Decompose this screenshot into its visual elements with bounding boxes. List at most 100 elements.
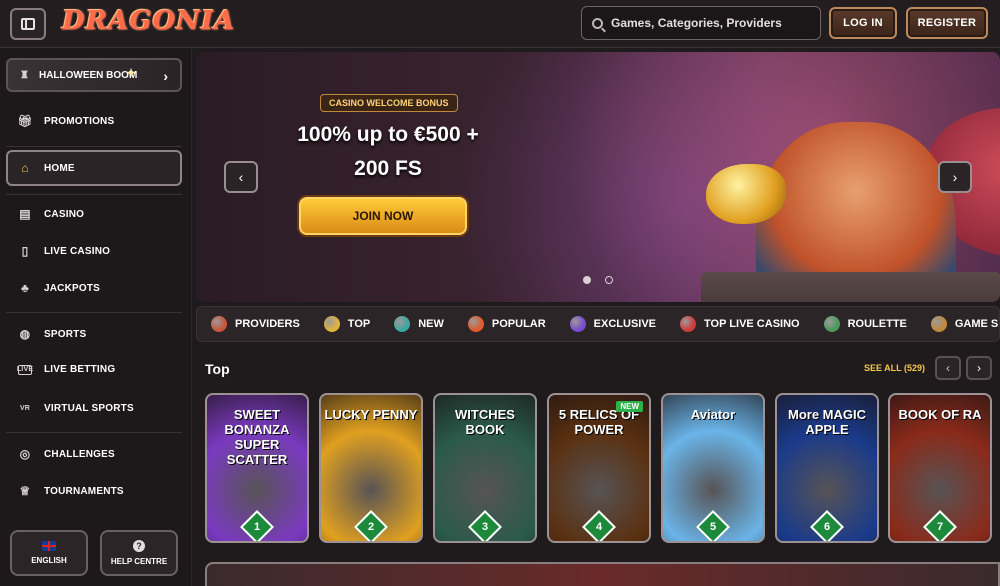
category-tab[interactable]: PROVIDERS [211, 316, 300, 332]
game-card[interactable]: 5 RELICS OF POWER NEW 4 [547, 393, 651, 543]
live-icon: LIVE [16, 364, 34, 375]
sidebar-item-promotions[interactable]: 🎁︎ PROMOTIONS [17, 114, 114, 128]
search-input[interactable]: Games, Categories, Providers [581, 6, 821, 40]
rank-badge: 5 [696, 510, 730, 541]
see-all-link[interactable]: SEE ALL (529) [864, 363, 925, 373]
category-label: POPULAR [491, 318, 546, 330]
register-button[interactable]: REGISTER [906, 7, 988, 39]
games-prev-button[interactable]: ‹ [935, 356, 961, 380]
sidebar-item-label: LIVE BETTING [44, 364, 116, 375]
logo[interactable]: DRAGONIA [62, 6, 235, 36]
category-bar: PROVIDERS TOP NEW POPULAR EXCLUSIVE TOP LIVE … [196, 306, 1000, 342]
sidebar-item-jackpots[interactable]: ♣ JACKPOTS [18, 281, 100, 295]
category-label: ROULETTE [847, 318, 907, 330]
sidebar-item-label: CHALLENGES [44, 448, 115, 460]
sidebar-item-tournaments[interactable]: ♕ TOURNAMENTS [18, 484, 124, 498]
bonus-tag: CASINO WELCOME BONUS [320, 94, 458, 112]
game-card[interactable]: WITCHES BOOK 3 [433, 393, 537, 543]
sidebar-toggle-icon [21, 18, 35, 30]
category-tab[interactable]: POPULAR [467, 316, 546, 332]
divider [6, 432, 182, 433]
category-tab[interactable]: TOP LIVE CASINO [680, 316, 800, 332]
uk-flag-icon [42, 541, 56, 551]
bonus-line-2: 200 FS [354, 157, 422, 180]
category-icon [394, 316, 411, 332]
sidebar-item-label: CASINO [44, 208, 85, 220]
category-label: EXCLUSIVE [593, 318, 657, 330]
gift-icon: 🎁︎ [17, 114, 33, 128]
login-button[interactable]: LOG IN [829, 7, 897, 39]
sidebar-item-casino[interactable]: ▤ CASINO [18, 207, 84, 221]
game-card[interactable]: More MAGIC APPLE 6 [775, 393, 879, 543]
sidebar-toggle-button[interactable] [10, 8, 46, 40]
game-card[interactable]: BOOK OF RA 7 [888, 393, 992, 543]
banner-next-button[interactable]: › [938, 161, 972, 193]
sidebar-item-live-casino[interactable]: ▯ LIVE CASINO [18, 244, 110, 258]
section-title: Top [205, 361, 230, 377]
game-card[interactable]: SWEET BONANZA SUPER SCATTER 1 [205, 393, 309, 543]
game-card[interactable]: LUCKY PENNY 2 [319, 393, 423, 543]
games-next-button[interactable]: › [966, 356, 992, 380]
slot-icon: ▤ [19, 207, 31, 221]
home-icon: ⌂ [21, 161, 29, 175]
category-tab[interactable]: EXCLUSIVE [569, 316, 657, 332]
halloween-label: HALLOWEEN BOOM [38, 69, 138, 81]
trophy-icon: ♕ [19, 484, 31, 498]
category-icon [569, 316, 586, 332]
divider [6, 194, 182, 195]
question-icon: ? [133, 540, 145, 552]
search-icon [592, 17, 603, 29]
help-centre-button[interactable]: ? HELP CENTRE [100, 530, 178, 576]
banner-prev-button[interactable]: ‹ [224, 161, 258, 193]
sidebar-item-home[interactable]: ⌂ HOME [18, 161, 75, 175]
mine-cart-illustration [701, 272, 1000, 302]
sidebar: ♜ HALLOWEEN BOOM ✦ › 🎁︎ PROMOTIONS ⌂ HOM… [0, 48, 192, 586]
rank-number: 2 [367, 521, 375, 533]
next-row-card-partial[interactable] [205, 562, 1000, 586]
rank-badge: 4 [582, 510, 616, 541]
sidebar-item-label: VIRTUAL SPORTS [44, 402, 134, 414]
bonus-headline: 100% up to €500 + 200 FS [282, 118, 494, 186]
carousel-dot-active[interactable] [583, 276, 591, 284]
sidebar-item-label: TOURNAMENTS [44, 485, 124, 497]
category-tab[interactable]: ROULETTE [823, 316, 907, 332]
rank-number: 1 [253, 521, 261, 533]
language-button[interactable]: ENGLISH [10, 530, 88, 576]
category-label: NEW [418, 318, 444, 330]
sidebar-item-label: JACKPOTS [44, 282, 101, 294]
chevron-right-icon: › [163, 68, 168, 84]
category-tab[interactable]: TOP [323, 316, 370, 332]
rank-number: 7 [936, 521, 944, 533]
halloween-promo-button[interactable]: ♜ HALLOWEEN BOOM ✦ › [6, 58, 182, 92]
gold-nugget-illustration [706, 164, 786, 224]
chevron-left-icon: ‹ [238, 169, 244, 185]
rank-badge: 7 [923, 510, 957, 541]
castle-icon: ♜ [20, 69, 29, 81]
category-icon [680, 316, 697, 332]
category-tab[interactable]: NEW [394, 316, 444, 332]
category-icon [211, 316, 227, 332]
vr-icon: VR [19, 404, 31, 412]
category-tab[interactable]: GAME SHOWS [930, 316, 999, 332]
category-icon [930, 316, 947, 332]
divider [6, 312, 182, 313]
top-bar: DRAGONIA Games, Categories, Providers LO… [0, 0, 1000, 48]
basketball-icon: ◍ [19, 327, 31, 341]
game-title: More MAGIC APPLE [788, 407, 866, 437]
carousel-dot[interactable] [605, 276, 613, 284]
category-label: PROVIDERS [235, 318, 300, 330]
sidebar-item-live-betting[interactable]: LIVE LIVE BETTING [16, 364, 116, 375]
rank-badge: 3 [468, 510, 502, 541]
sidebar-item-sports[interactable]: ◍ SPORTS [18, 327, 86, 341]
game-title: LUCKY PENNY [324, 407, 418, 422]
category-icon [823, 316, 840, 332]
game-title: SWEET BONANZA SUPER SCATTER [224, 407, 290, 467]
sidebar-item-virtual-sports[interactable]: VR VIRTUAL SPORTS [18, 401, 134, 415]
game-card[interactable]: Aviator 5 [661, 393, 765, 543]
bonus-line-1: 100% up to €500 + [297, 123, 479, 146]
join-now-button[interactable]: JOIN NOW [299, 197, 467, 235]
chevron-left-icon: ‹ [946, 361, 950, 375]
search-placeholder: Games, Categories, Providers [611, 16, 782, 30]
new-badge: NEW [616, 401, 643, 412]
sidebar-item-challenges[interactable]: ◎ CHALLENGES [18, 447, 115, 461]
